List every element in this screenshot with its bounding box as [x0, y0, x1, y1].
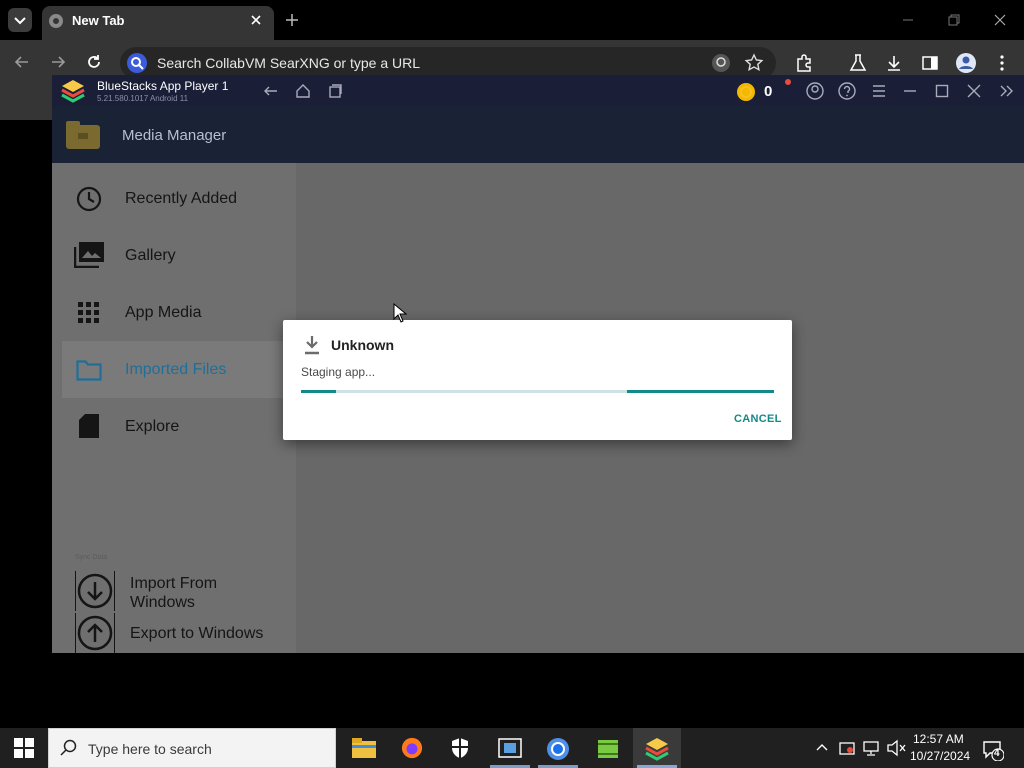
sd-card-icon [79, 414, 99, 438]
import-label-line2[interactable]: Windows [130, 594, 195, 612]
taskbar-file-explorer[interactable] [340, 728, 388, 768]
media-manager-title: Media Manager [122, 127, 227, 144]
account-icon[interactable] [805, 81, 825, 101]
tab-search-button[interactable] [8, 8, 32, 32]
bs-back-icon[interactable] [262, 82, 280, 100]
sidebar-label-app-media: App Media [125, 304, 202, 321]
folder-icon [76, 360, 102, 381]
firefox-icon [401, 737, 423, 759]
mouse-cursor-icon [393, 303, 407, 323]
reload-icon[interactable] [84, 52, 104, 72]
bluestacks-version: 5.21.580.1017 Android 11 [97, 94, 189, 103]
taskbar-windows-security[interactable] [436, 728, 484, 768]
taskbar-bluestacks[interactable] [633, 728, 681, 768]
sidebar-label-explore: Explore [125, 418, 180, 435]
progress-indicator-segment [627, 390, 774, 393]
chrome-tab-icon [49, 14, 63, 28]
chrome-icon [547, 738, 569, 760]
taskbar-chrome[interactable] [534, 728, 582, 768]
taskbar-firefox[interactable] [388, 728, 436, 768]
side-panel-icon[interactable] [920, 53, 940, 73]
show-hidden-icons-icon[interactable] [815, 741, 829, 755]
lens-icon[interactable] [710, 52, 732, 74]
grid-icon [78, 302, 99, 323]
dialog-cancel-button[interactable]: CANCEL [734, 413, 782, 425]
bluestacks-title: BlueStacks App Player 1 [97, 79, 229, 93]
browser-bookmark-area [0, 80, 52, 120]
sidebar-label-gallery: Gallery [125, 247, 176, 264]
profile-avatar-icon[interactable] [955, 52, 977, 74]
notification-dot-icon [785, 79, 791, 85]
search-icon [60, 739, 77, 756]
books-icon [598, 740, 618, 758]
bs-recent-apps-icon[interactable] [326, 82, 344, 100]
clock-icon [76, 186, 102, 212]
new-tab-icon[interactable] [284, 12, 300, 28]
clock-date[interactable]: 10/27/2024 [910, 749, 970, 763]
download-icon[interactable] [884, 53, 904, 73]
sidebar-label-imported-files: Imported Files [125, 361, 227, 378]
dialog-title: Unknown [331, 337, 394, 353]
import-label-line1[interactable]: Import From [130, 575, 217, 593]
restore-icon[interactable] [944, 10, 964, 30]
film-icon [498, 738, 522, 758]
extensions-icon[interactable] [794, 53, 814, 73]
menu-dots-icon[interactable] [992, 53, 1012, 73]
dialog-message: Staging app... [301, 365, 376, 379]
shield-icon [452, 738, 468, 758]
coin-icon[interactable] [736, 82, 756, 102]
coin-count: 0 [764, 83, 773, 100]
download-icon [305, 336, 319, 355]
taskbar-library-app[interactable] [584, 728, 632, 768]
help-icon[interactable] [837, 81, 857, 101]
bs-expand-sidebar-icon[interactable] [997, 82, 1015, 100]
chevron-down-icon [14, 17, 26, 25]
media-manager-folder-icon [66, 121, 100, 149]
search-engine-icon [127, 53, 147, 73]
taskbar-media-app[interactable] [486, 728, 534, 768]
close-window-icon[interactable] [990, 10, 1010, 30]
tray-app-icon[interactable] [838, 739, 856, 757]
progress-indicator-segment [301, 390, 336, 393]
sidebar-section-label: Sync Data [75, 554, 108, 561]
file-explorer-icon [352, 738, 376, 758]
bluestacks-taskbar-icon [645, 738, 669, 761]
back-arrow-icon[interactable] [12, 52, 32, 72]
bs-home-icon[interactable] [294, 82, 312, 100]
taskbar-search-placeholder: Type here to search [88, 741, 212, 757]
desktop-background [0, 653, 1024, 728]
bs-maximize-icon[interactable] [933, 82, 951, 100]
hamburger-menu-icon[interactable] [870, 82, 888, 100]
close-tab-icon[interactable] [248, 12, 264, 28]
volume-muted-icon[interactable] [886, 739, 906, 757]
network-icon[interactable] [862, 739, 880, 757]
notification-center-icon[interactable] [982, 739, 1004, 761]
windows-start-icon[interactable] [14, 738, 34, 758]
sidebar-label-recently-added: Recently Added [125, 190, 238, 207]
bs-minimize-icon[interactable] [901, 82, 919, 100]
tab-title: New Tab [72, 13, 125, 28]
export-label[interactable]: Export to Windows [130, 625, 263, 643]
minimize-icon[interactable] [898, 10, 918, 30]
bluestacks-logo-icon [61, 80, 85, 103]
gallery-icon [74, 242, 104, 268]
bs-close-icon[interactable] [965, 82, 983, 100]
forward-arrow-icon[interactable] [48, 52, 68, 72]
notification-count: 4 [994, 748, 1000, 759]
import-icon[interactable] [75, 571, 115, 611]
address-bar-placeholder: Search CollabVM SearXNG or type a URL [157, 55, 420, 71]
export-icon[interactable] [75, 613, 115, 653]
labs-flask-icon[interactable] [848, 53, 868, 73]
bookmark-star-icon[interactable] [744, 53, 764, 73]
clock-time[interactable]: 12:57 AM [913, 732, 964, 746]
